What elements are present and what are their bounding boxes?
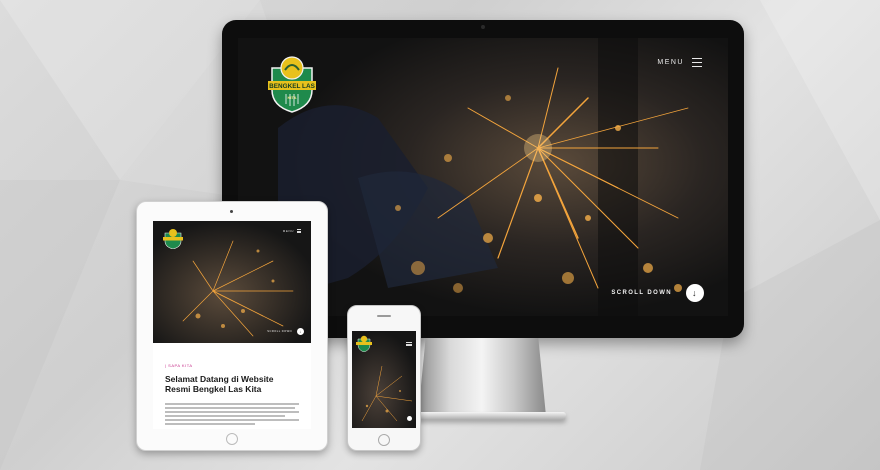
phone-screen	[352, 331, 416, 428]
arrow-down-icon[interactable]: ↓	[686, 284, 704, 302]
desktop-scroll-label: SCROLL DOWN	[611, 290, 672, 296]
bengkel-las-logo[interactable]: BENGKEL LAS KITA	[266, 54, 318, 114]
hamburger-icon	[692, 58, 702, 67]
desktop-menu-label: MENU	[657, 59, 684, 66]
hamburger-icon[interactable]	[406, 342, 412, 347]
arrow-down-icon[interactable]	[407, 416, 412, 421]
tablet-menu-toggle[interactable]: MENU	[283, 229, 301, 233]
tablet-welcome-section: | SAPA KITA Selamat Datang di Website Re…	[165, 363, 299, 427]
tablet-camera	[230, 210, 233, 213]
tablet-scroll-down[interactable]: SCROLL DOWN ↓	[267, 328, 304, 335]
phone-device	[347, 305, 421, 451]
desktop-scroll-down[interactable]: SCROLL DOWN ↓	[611, 284, 704, 302]
monitor-stand	[418, 338, 546, 416]
tablet-menu-label: MENU	[282, 229, 294, 233]
phone-speaker	[377, 315, 391, 317]
monitor-stand-base	[402, 412, 566, 420]
arrow-down-icon[interactable]: ↓	[297, 328, 304, 335]
svg-text:BENGKEL LAS: BENGKEL LAS	[269, 83, 315, 90]
phone-home-button[interactable]	[378, 434, 390, 446]
welcome-title-line-2: Resmi Bengkel Las Kita	[165, 384, 262, 394]
welcome-paragraph-placeholder	[165, 403, 299, 425]
tablet-screen: MENU SCROLL DOWN ↓ | SAPA KITA Selamat D…	[153, 221, 311, 429]
phone-logo[interactable]	[356, 334, 372, 352]
welcome-title: Selamat Datang di Website Resmi Bengkel …	[165, 374, 299, 394]
monitor-camera	[481, 25, 485, 29]
tablet-hero: MENU SCROLL DOWN ↓	[153, 221, 311, 343]
svg-text:KITA: KITA	[287, 95, 296, 100]
section-kicker: | SAPA KITA	[165, 363, 193, 368]
tablet-device: MENU SCROLL DOWN ↓ | SAPA KITA Selamat D…	[136, 201, 328, 451]
hamburger-icon	[297, 229, 301, 233]
desktop-menu-toggle[interactable]: MENU	[657, 58, 702, 67]
welcome-title-line-1: Selamat Datang di Website	[165, 374, 274, 384]
tablet-home-button[interactable]	[226, 433, 238, 445]
tablet-logo[interactable]	[163, 227, 183, 249]
tablet-scroll-label: SCROLL DOWN	[267, 330, 292, 333]
